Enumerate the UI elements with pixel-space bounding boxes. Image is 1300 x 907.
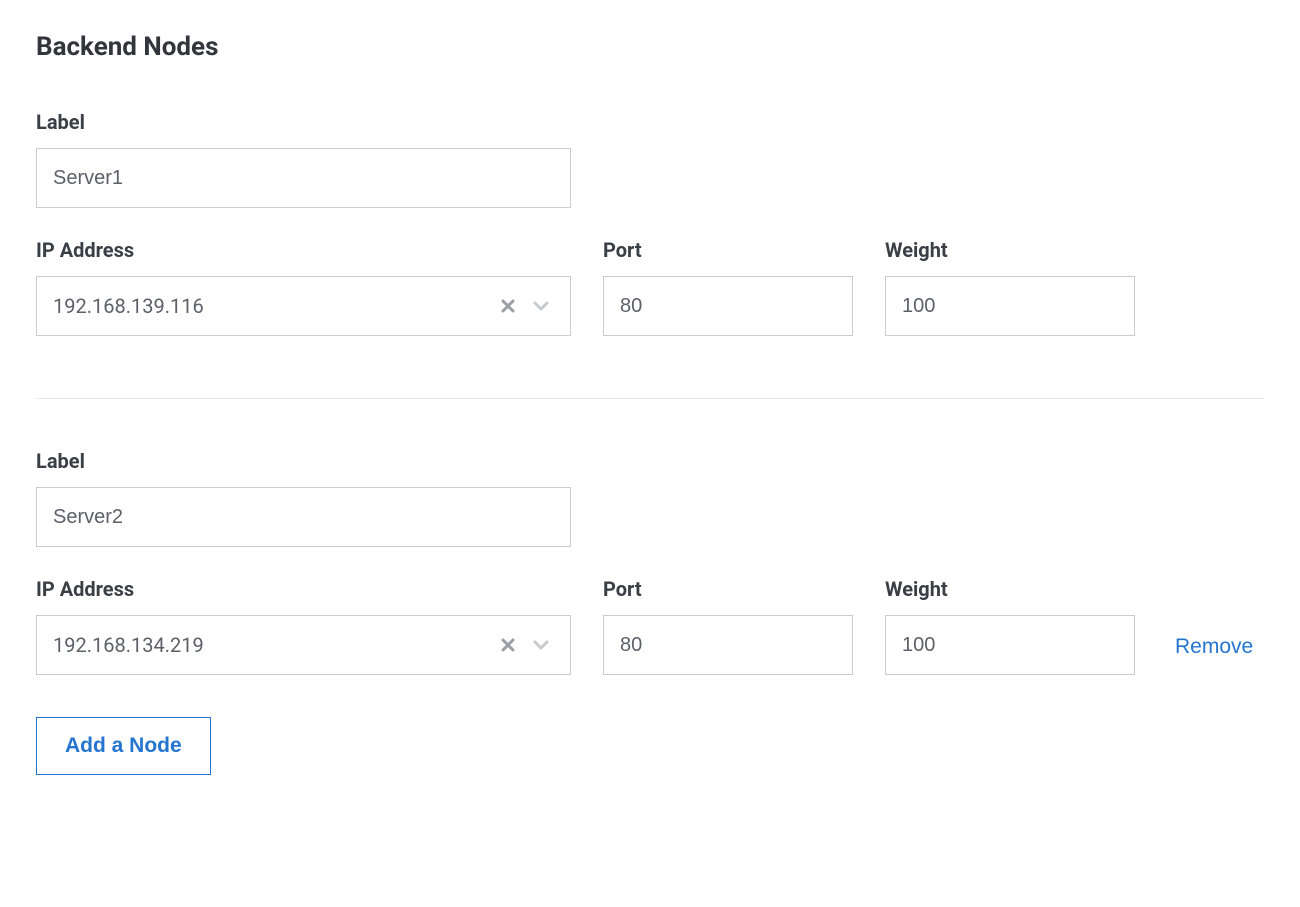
label-field-group: Label xyxy=(36,449,1264,547)
chevron-down-icon[interactable] xyxy=(528,632,554,658)
ip-field-group: IP Address 192.168.134.219 xyxy=(36,577,571,675)
port-field-group: Port xyxy=(603,238,853,336)
port-field-group: Port xyxy=(603,577,853,675)
label-field-label: Label xyxy=(36,449,1264,473)
ip-address-value: 192.168.139.116 xyxy=(53,294,496,318)
weight-field-label: Weight xyxy=(885,577,1135,601)
label-input[interactable] xyxy=(36,487,571,547)
port-input[interactable] xyxy=(603,615,853,675)
weight-field-group: Weight xyxy=(885,577,1135,675)
node-divider xyxy=(36,398,1264,399)
port-field-label: Port xyxy=(603,577,853,601)
weight-field-label: Weight xyxy=(885,238,1135,262)
node-block: Label IP Address 192.168.134.219 xyxy=(36,449,1264,717)
ip-field-label: IP Address xyxy=(36,577,571,601)
weight-input[interactable] xyxy=(885,276,1135,336)
ip-select-icons xyxy=(496,293,554,319)
clear-icon[interactable] xyxy=(496,294,520,318)
node-row: IP Address 192.168.134.219 xyxy=(36,577,1264,675)
label-field-label: Label xyxy=(36,110,1264,134)
label-input[interactable] xyxy=(36,148,571,208)
ip-select-icons xyxy=(496,632,554,658)
section-title: Backend Nodes xyxy=(36,32,1264,62)
node-block: Label IP Address 192.168.139.116 xyxy=(36,110,1264,398)
ip-address-select[interactable]: 192.168.134.219 xyxy=(36,615,571,675)
weight-field-group: Weight xyxy=(885,238,1135,336)
port-field-label: Port xyxy=(603,238,853,262)
ip-address-select[interactable]: 192.168.139.116 xyxy=(36,276,571,336)
remove-node-button[interactable]: Remove xyxy=(1167,635,1253,675)
node-row: IP Address 192.168.139.116 xyxy=(36,238,1264,336)
add-node-button[interactable]: Add a Node xyxy=(36,717,211,775)
ip-field-group: IP Address 192.168.139.116 xyxy=(36,238,571,336)
weight-input[interactable] xyxy=(885,615,1135,675)
label-field-group: Label xyxy=(36,110,1264,208)
clear-icon[interactable] xyxy=(496,633,520,657)
ip-field-label: IP Address xyxy=(36,238,571,262)
chevron-down-icon[interactable] xyxy=(528,293,554,319)
port-input[interactable] xyxy=(603,276,853,336)
ip-address-value: 192.168.134.219 xyxy=(53,633,496,657)
